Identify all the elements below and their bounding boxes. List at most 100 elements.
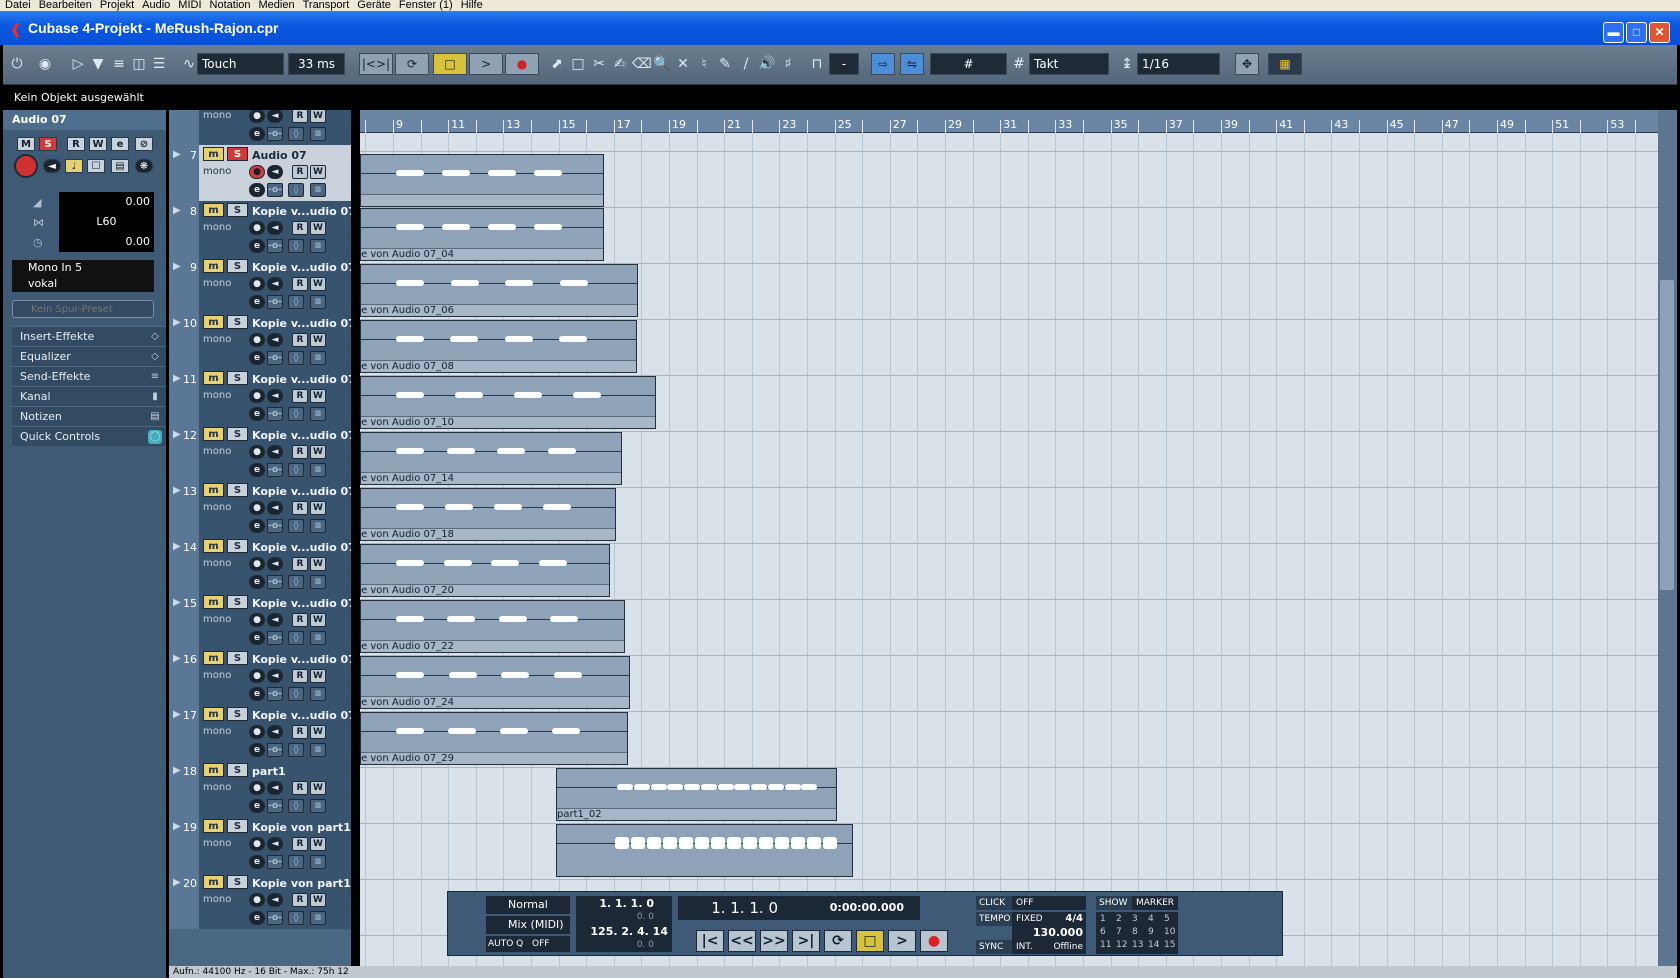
timewarp-tool-icon[interactable]: ♮	[695, 55, 713, 73]
track-record-button[interactable]: ●	[249, 333, 265, 347]
track-monitor-button[interactable]: ◄	[267, 557, 283, 571]
expand-arrow-icon[interactable]: ▶	[173, 317, 181, 328]
track-record-button[interactable]: ●	[249, 781, 265, 795]
track-record-button[interactable]: ●	[249, 110, 265, 123]
ruler[interactable]: 9 11 13 15 17 19 21 23 25 27 29 31 33 35 37 39 41 43 45 47 4…	[360, 110, 1666, 133]
track-eq-icon[interactable]: ◊	[288, 463, 304, 477]
track-write-button[interactable]: W	[310, 277, 326, 291]
rewind-button[interactable]: <<	[728, 930, 756, 952]
track-mute-button[interactable]: m	[203, 539, 224, 553]
track-edit-button[interactable]: e	[249, 407, 265, 421]
sync-label[interactable]: SYNC	[976, 940, 1012, 954]
track-mute-button[interactable]: m	[203, 819, 224, 833]
track-mute-button[interactable]: m	[203, 763, 224, 777]
track-row[interactable]: ▶mSmono●◄RWe-o-◊≡	[169, 110, 351, 145]
track-read-button[interactable]: R	[292, 165, 308, 179]
click-toggle[interactable]: OFF	[1012, 896, 1086, 910]
track-write-button[interactable]: W	[310, 333, 326, 347]
expand-arrow-icon[interactable]: ▶	[173, 485, 181, 496]
track-solo-button[interactable]: S	[227, 707, 248, 721]
track-solo-button[interactable]: S	[227, 483, 248, 497]
volume-field[interactable]: 0.00	[59, 192, 154, 212]
audio-event[interactable]: e von Audio 07_20	[360, 544, 610, 597]
write-automation-button[interactable]: W	[89, 137, 107, 151]
output-routing[interactable]: vokal	[12, 276, 154, 292]
maximize-button[interactable]: □	[1626, 22, 1647, 43]
nudge-select[interactable]: -	[829, 53, 859, 75]
track-read-button[interactable]: R	[292, 445, 308, 459]
expand-arrow-icon[interactable]: ▶	[173, 429, 181, 440]
marker-button[interactable]: 4	[1148, 914, 1154, 924]
track-sends-icon[interactable]: ≡	[310, 239, 326, 253]
transport-play-button[interactable]: >	[888, 930, 916, 952]
expand-arrow-icon[interactable]: ▶	[173, 597, 181, 608]
track-mute-button[interactable]: m	[203, 483, 224, 497]
track-edit-button[interactable]: e	[249, 239, 265, 253]
mix-mode[interactable]: Mix (MIDI)	[486, 916, 570, 934]
track-monitor-button[interactable]: ◄	[267, 165, 283, 179]
track-mute-button[interactable]: m	[203, 371, 224, 385]
track-name[interactable]: part1	[252, 765, 286, 778]
right-locator[interactable]: 125. 2. 4. 14	[576, 924, 672, 940]
track-row[interactable]: ▶ 17 m S Kopie v...udio 07 mono ● ◄ R We -o- ◊ ≡	[169, 705, 351, 761]
track-monitor-button[interactable]: ◄	[267, 333, 283, 347]
audio-event[interactable]: e von Audio 07_29	[360, 712, 628, 765]
track-write-button[interactable]: W	[310, 445, 326, 459]
track-solo-button[interactable]: S	[227, 875, 248, 889]
track-write-button[interactable]: W	[310, 837, 326, 851]
track-row[interactable]: ▶ 7 m S Audio 07 mono ● ◄ R We -o- ◊ ≡	[169, 145, 351, 201]
track-edit-button[interactable]: e	[249, 631, 265, 645]
track-edit-button[interactable]: e	[249, 799, 265, 813]
menu-item[interactable]: Bearbeiten	[39, 0, 92, 11]
stop-button[interactable]: □	[433, 53, 467, 75]
show-markers-label[interactable]: SHOW	[1096, 896, 1132, 910]
expand-arrow-icon[interactable]: ▶	[173, 821, 181, 832]
track-write-button[interactable]: W	[310, 389, 326, 403]
track-monitor-button[interactable]: ◄	[267, 837, 283, 851]
close-button[interactable]: ✕	[1649, 22, 1670, 43]
track-edit-button[interactable]: e	[249, 351, 265, 365]
track-record-button[interactable]: ●	[249, 837, 265, 851]
track-eq-icon[interactable]: ◊	[288, 575, 304, 589]
track-edit-button[interactable]: e	[249, 183, 265, 197]
bypass-button[interactable]: ⊘	[135, 137, 153, 151]
expand-arrow-icon[interactable]: ▶	[173, 653, 181, 664]
read-automation-button[interactable]: R	[67, 137, 85, 151]
track-read-button[interactable]: R	[292, 110, 308, 123]
track-name[interactable]: Kopie v...udio 07	[252, 205, 351, 218]
track-read-button[interactable]: R	[292, 557, 308, 571]
track-bypass-icon[interactable]: -o-	[267, 239, 283, 253]
track-monitor-button[interactable]: ◄	[267, 893, 283, 907]
track-sends-icon[interactable]: ≡	[310, 855, 326, 869]
track-eq-icon[interactable]: ◊	[288, 351, 304, 365]
show-mixer-icon[interactable]: ☰	[150, 55, 168, 73]
audio-event[interactable]: e von Audio 07_18	[360, 488, 616, 541]
audio-event[interactable]: e von Audio 07_22	[360, 600, 625, 653]
menu-item[interactable]: Fenster (1)	[399, 0, 453, 11]
delay-field[interactable]: 0.00	[59, 232, 154, 252]
track-bypass-icon[interactable]: -o-	[267, 127, 283, 141]
track-eq-icon[interactable]: ◊	[288, 799, 304, 813]
track-sends-icon[interactable]: ≡	[310, 631, 326, 645]
track-mute-button[interactable]: m	[203, 707, 224, 721]
track-mute-button[interactable]: m	[203, 203, 224, 217]
track-record-button[interactable]: ●	[249, 277, 265, 291]
track-monitor-button[interactable]: ◄	[267, 781, 283, 795]
track-row[interactable]: ▶ 16 m S Kopie v...udio 07 mono ● ◄ R We -o- ◊ ≡	[169, 649, 351, 705]
track-row[interactable]: ▶ 13 m S Kopie v...udio 07 mono ● ◄ R We -o- ◊ ≡	[169, 481, 351, 537]
marker-button[interactable]: 1	[1100, 914, 1106, 924]
marker-button[interactable]: 15	[1164, 940, 1175, 950]
track-name[interactable]: Kopie v...udio 07	[252, 261, 351, 274]
line-tool-icon[interactable]: ∕	[737, 55, 755, 73]
track-eq-icon[interactable]: ◊	[288, 183, 304, 197]
draw-tool-icon[interactable]: ✎	[716, 55, 734, 73]
track-row[interactable]: ▶ 8 m S Kopie v...udio 07 mono ● ◄ R We -o- ◊ ≡	[169, 201, 351, 257]
expand-arrow-icon[interactable]: ▶	[173, 261, 181, 272]
menu-item[interactable]: Transport	[303, 0, 350, 11]
audio-event[interactable]: e von Audio 07_08	[360, 320, 637, 373]
marker-button[interactable]: 6	[1100, 927, 1106, 937]
color-tool-icon[interactable]: ♯	[779, 55, 797, 73]
track-name[interactable]: Kopie von part1	[252, 877, 351, 890]
forward-button[interactable]: >>	[760, 930, 788, 952]
track-monitor-button[interactable]: ◄	[267, 389, 283, 403]
